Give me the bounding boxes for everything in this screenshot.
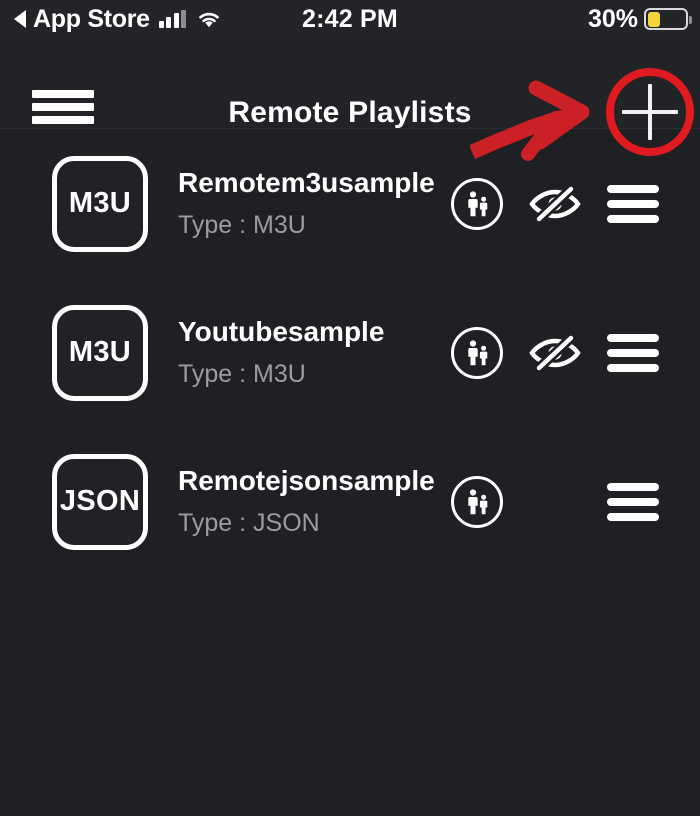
list-menu-icon	[607, 333, 659, 372]
page-title: Remote Playlists	[228, 96, 472, 129]
playlist-menu-button[interactable]	[594, 333, 672, 372]
playlist-name: Youtubesample	[178, 315, 385, 347]
parental-control-icon	[451, 177, 503, 230]
playlist-name: Remotejsonsample	[178, 464, 435, 496]
playlist-info: Remotem3usample Type : M3U	[148, 167, 438, 240]
playlist-type-badge: M3U	[52, 304, 148, 401]
battery-percent-label: 30%	[587, 4, 638, 33]
playlist-type-label: Type : JSON	[178, 509, 320, 538]
playlist-info: Remotejsonsample Type : JSON	[148, 465, 438, 538]
battery-fill	[647, 11, 660, 27]
table-row[interactable]: M3U Remotem3usample Type : M3U	[0, 129, 700, 278]
list-menu-icon	[607, 184, 659, 223]
parental-control-button[interactable]	[438, 177, 516, 230]
parental-control-button[interactable]	[438, 475, 516, 528]
parental-control-icon	[451, 475, 503, 528]
app-header: Remote Playlists	[0, 38, 700, 161]
eye-slash-icon	[529, 332, 581, 373]
playlist-actions	[438, 475, 674, 528]
playlist-type-badge-label: JSON	[59, 485, 141, 517]
app-screen: App Store 2:42 PM 30% Remote Playlists M…	[0, 0, 700, 816]
playlist-list: M3U Remotem3usample Type : M3U M3U Youtu…	[0, 129, 700, 576]
playlist-type-label: Type : M3U	[178, 360, 306, 389]
hide-playlist-button[interactable]	[516, 183, 594, 224]
list-menu-icon	[607, 482, 659, 521]
table-row[interactable]: JSON Remotejsonsample Type : JSON	[0, 427, 700, 576]
playlist-type-badge-label: M3U	[68, 187, 132, 219]
playlist-actions	[438, 177, 674, 230]
hide-playlist-button[interactable]	[516, 332, 594, 373]
playlist-info: Youtubesample Type : M3U	[148, 316, 438, 389]
battery-low-power-icon	[644, 8, 692, 30]
playlist-type-label: Type : M3U	[178, 211, 306, 240]
table-row[interactable]: M3U Youtubesample Type : M3U	[0, 278, 700, 427]
playlist-actions	[438, 326, 674, 379]
status-bar-right: 30%	[588, 5, 700, 34]
parental-control-icon	[451, 326, 503, 379]
playlist-type-badge: M3U	[52, 155, 148, 252]
parental-control-button[interactable]	[438, 326, 516, 379]
playlist-type-badge: JSON	[52, 453, 148, 550]
playlist-menu-button[interactable]	[594, 184, 672, 223]
playlist-type-badge-label: M3U	[68, 336, 132, 368]
status-bar: App Store 2:42 PM 30%	[0, 0, 700, 38]
playlist-name: Remotem3usample	[178, 166, 435, 198]
plus-icon-horizontal	[622, 110, 678, 114]
playlist-menu-button[interactable]	[594, 482, 672, 521]
eye-slash-icon	[529, 183, 581, 224]
